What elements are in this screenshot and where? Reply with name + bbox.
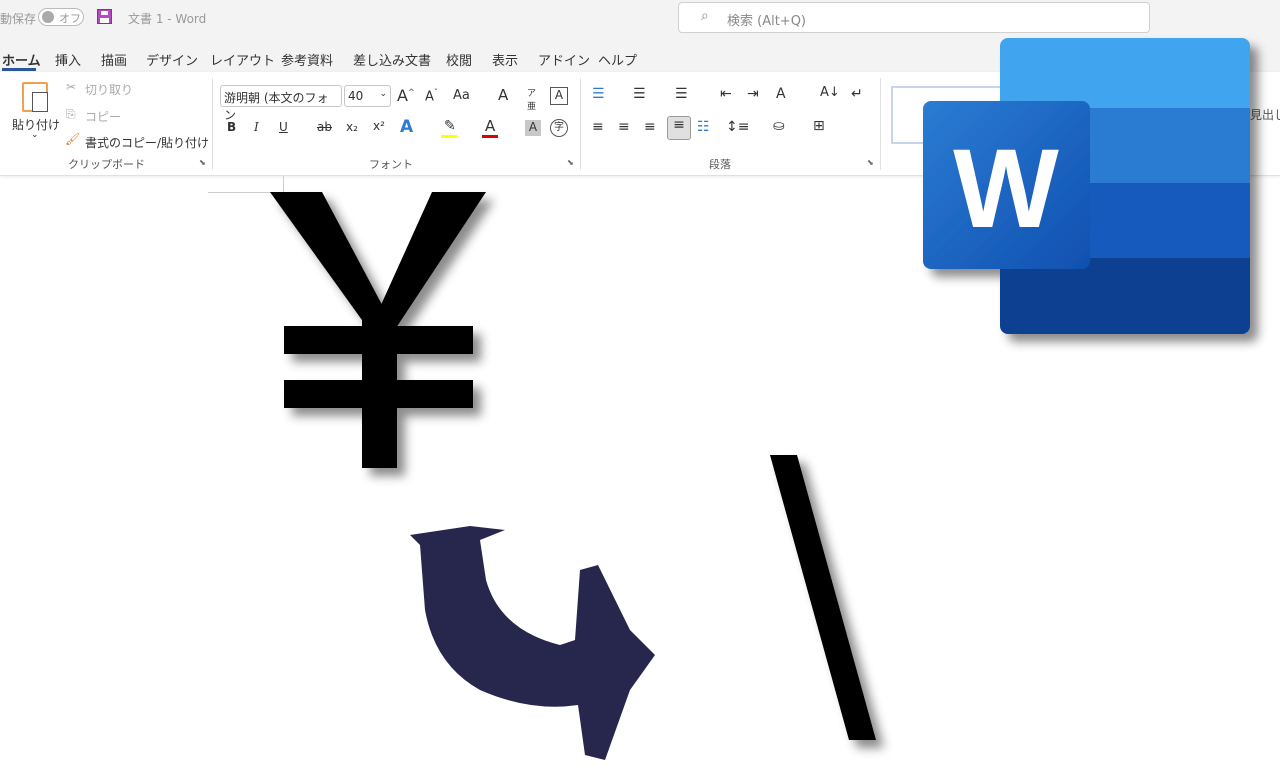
- backslash-symbol: [770, 455, 876, 740]
- overlay-graphics: W: [270, 38, 1250, 760]
- curved-arrow: [410, 526, 655, 760]
- word-logo: W: [923, 38, 1250, 334]
- word-logo-letter: W: [953, 126, 1059, 251]
- yen-symbol: [270, 192, 486, 468]
